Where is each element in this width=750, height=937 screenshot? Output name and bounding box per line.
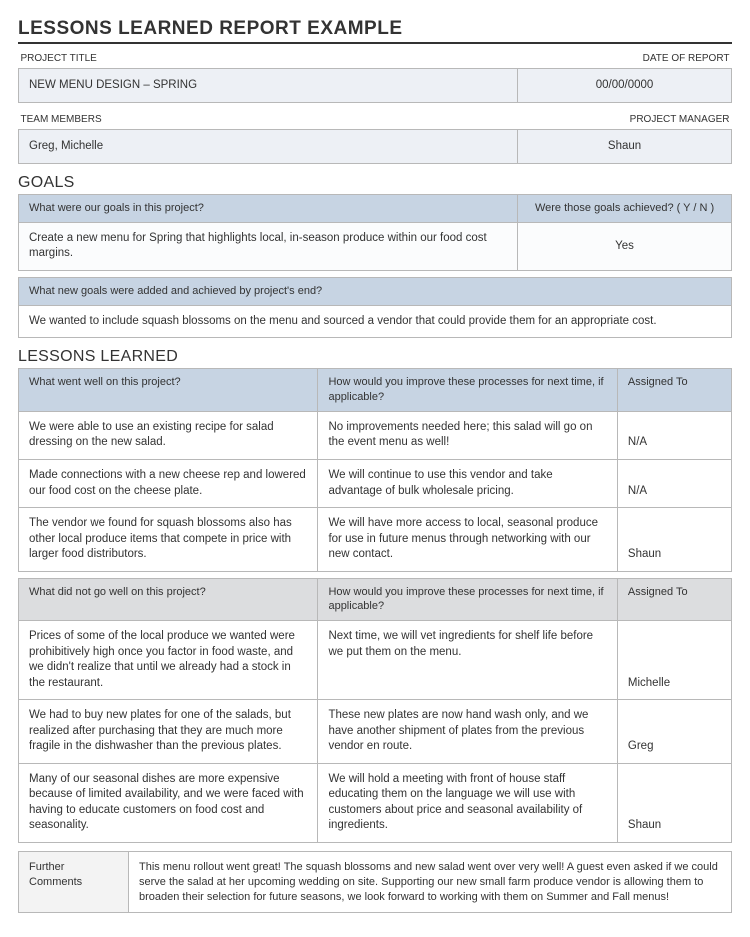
well-h2: How would you improve these processes fo… [318, 369, 617, 412]
well-h1: What went well on this project? [19, 369, 318, 412]
well-r1-c3: N/A [617, 459, 731, 507]
notwell-r0-c2: Next time, we will vet ingredients for s… [318, 621, 617, 700]
table-row: Prices of some of the local produce we w… [19, 621, 732, 700]
notwell-r0-c1: Prices of some of the local produce we w… [19, 621, 318, 700]
team-value: Greg, Michelle [19, 129, 518, 164]
goals-a2: Yes [518, 222, 732, 270]
notwell-r1-c3: Greg [617, 700, 731, 764]
notwell-r2-c3: Shaun [617, 763, 731, 842]
date-value: 00/00/0000 [518, 68, 732, 103]
notwell-r2-c2: We will hold a meeting with front of hou… [318, 763, 617, 842]
further-comments-table: Further Comments This menu rollout went … [18, 851, 732, 914]
well-r0-c3: N/A [617, 411, 731, 459]
project-title-label: PROJECT TITLE [19, 48, 518, 68]
well-h3: Assigned To [617, 369, 731, 412]
lessons-heading: LESSONS LEARNED [18, 348, 732, 366]
well-r0-c1: We were able to use an existing recipe f… [19, 411, 318, 459]
well-r2-c1: The vendor we found for squash blossoms … [19, 508, 318, 572]
well-r1-c2: We will continue to use this vendor and … [318, 459, 617, 507]
well-r0-c2: No improvements needed here; this salad … [318, 411, 617, 459]
project-title-value: NEW MENU DESIGN – SPRING [19, 68, 518, 103]
notwell-h1: What did not go well on this project? [19, 578, 318, 621]
table-row: The vendor we found for squash blossoms … [19, 508, 732, 572]
notwell-r1-c1: We had to buy new plates for one of the … [19, 700, 318, 764]
table-row: We were able to use an existing recipe f… [19, 411, 732, 459]
pm-label: PROJECT MANAGER [518, 109, 732, 129]
further-label: Further Comments [19, 851, 129, 913]
goals-q3: What new goals were added and achieved b… [19, 277, 732, 305]
well-r2-c2: We will have more access to local, seaso… [318, 508, 617, 572]
page-title: LESSONS LEARNED REPORT EXAMPLE [18, 18, 732, 44]
well-r1-c1: Made connections with a new cheese rep a… [19, 459, 318, 507]
goals-q2: Were those goals achieved? ( Y / N ) [518, 195, 732, 223]
team-info-table: TEAM MEMBERS PROJECT MANAGER Greg, Miche… [18, 109, 732, 164]
notwell-r0-c3: Michelle [617, 621, 731, 700]
pm-value: Shaun [518, 129, 732, 164]
goals-a1: Create a new menu for Spring that highli… [19, 222, 518, 270]
goals-table-1: What were our goals in this project? Wer… [18, 194, 732, 271]
table-row: We had to buy new plates for one of the … [19, 700, 732, 764]
not-well-table: What did not go well on this project? Ho… [18, 578, 732, 843]
went-well-table: What went well on this project? How woul… [18, 368, 732, 571]
team-label: TEAM MEMBERS [19, 109, 518, 129]
notwell-h2: How would you improve these processes fo… [318, 578, 617, 621]
table-row: Made connections with a new cheese rep a… [19, 459, 732, 507]
well-r2-c3: Shaun [617, 508, 731, 572]
goals-q1: What were our goals in this project? [19, 195, 518, 223]
notwell-h3: Assigned To [617, 578, 731, 621]
goals-a3: We wanted to include squash blossoms on … [19, 305, 732, 338]
goals-table-2: What new goals were added and achieved b… [18, 277, 732, 338]
notwell-r2-c1: Many of our seasonal dishes are more exp… [19, 763, 318, 842]
notwell-r1-c2: These new plates are now hand wash only,… [318, 700, 617, 764]
further-text: This menu rollout went great! The squash… [129, 851, 732, 913]
goals-heading: GOALS [18, 174, 732, 192]
project-info-table: PROJECT TITLE DATE OF REPORT NEW MENU DE… [18, 48, 732, 103]
date-label: DATE OF REPORT [518, 48, 732, 68]
table-row: Many of our seasonal dishes are more exp… [19, 763, 732, 842]
